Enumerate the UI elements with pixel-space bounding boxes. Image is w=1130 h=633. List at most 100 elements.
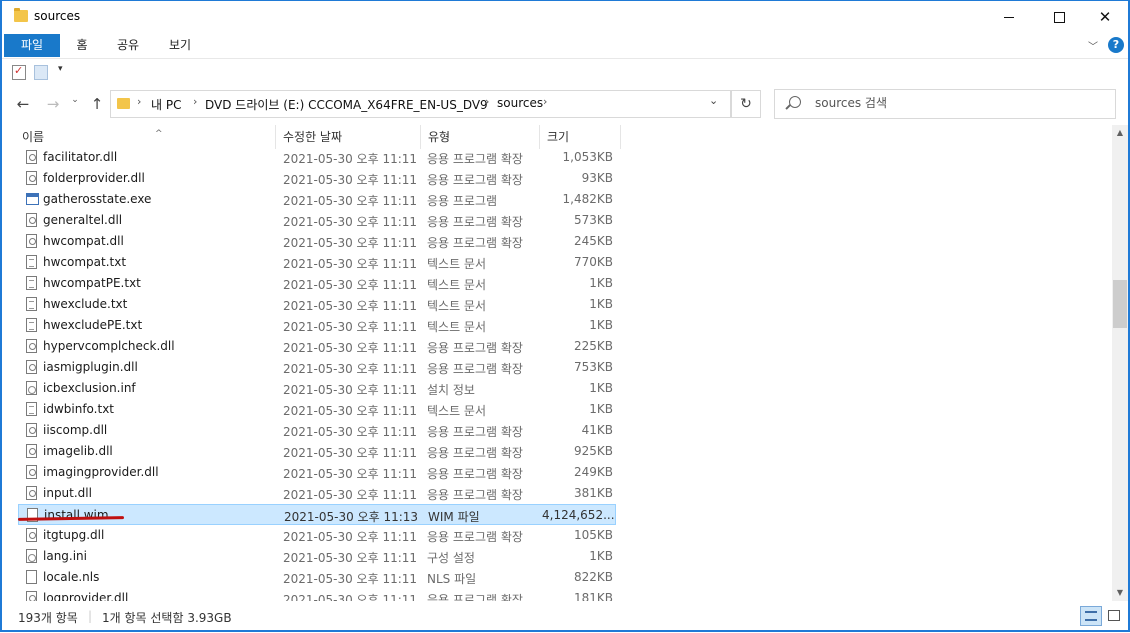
file-row[interactable]: imagingprovider.dll 2021-05-30 오후 11:11 응용… <box>18 462 616 483</box>
tab-share[interactable]: 공유 <box>110 34 146 57</box>
dll-file-icon <box>26 591 37 601</box>
large-icons-view-button[interactable] <box>1104 606 1126 626</box>
close-icon: ✕ <box>1098 8 1112 26</box>
customize-toolbar-icon[interactable]: ▾ <box>58 64 63 74</box>
refresh-button[interactable]: ↻ <box>731 90 761 118</box>
file-row[interactable]: folderprovider.dll 2021-05-30 오후 11:11 응용 … <box>18 168 616 189</box>
breadcrumb-this-pc[interactable]: 내 PC <box>151 96 181 113</box>
file-type: 응용 프로그램 확장 <box>427 215 523 229</box>
up-button[interactable]: ↑ <box>86 95 108 113</box>
file-size: 770KB <box>573 255 613 269</box>
file-name: locale.nls <box>43 570 100 584</box>
config-file-icon <box>26 549 37 563</box>
file-name: generaltel.dll <box>43 213 123 227</box>
file-type: 응용 프로그램 확장 <box>427 530 523 544</box>
new-folder-icon[interactable] <box>34 65 48 80</box>
large-icons-view-icon <box>1108 610 1120 621</box>
folder-icon <box>14 8 28 22</box>
maximize-icon <box>1053 11 1065 23</box>
recent-locations-button[interactable]: ⌄ <box>64 95 86 113</box>
file-row[interactable]: locale.nls 2021-05-30 오후 11:11 NLS 파일 822KB <box>18 567 616 588</box>
file-row[interactable]: icbexclusion.inf 2021-05-30 오후 11:11 설치 정보… <box>18 378 616 399</box>
help-icon[interactable]: ? <box>1108 37 1124 53</box>
scrollbar-thumb[interactable] <box>1113 280 1127 328</box>
file-row[interactable]: hwexcludePE.txt 2021-05-30 오후 11:11 텍스트 문서… <box>18 315 616 336</box>
file-name: hwcompatPE.txt <box>43 276 141 290</box>
close-button[interactable]: ✕ <box>1082 1 1128 33</box>
vertical-scrollbar[interactable]: ▲ ▼ <box>1112 125 1128 601</box>
address-bar[interactable]: › 내 PC › DVD 드라이브 (E:) CCCOMA_X64FRE_EN-… <box>110 90 731 118</box>
dll-file-icon <box>26 486 37 500</box>
file-date: 2021-05-30 오후 11:11 <box>283 257 418 271</box>
file-size: 105KB <box>573 528 613 542</box>
properties-icon[interactable]: ✓ <box>12 64 26 80</box>
address-history-chevron-icon[interactable]: ⌄ <box>709 94 718 107</box>
file-size: 1,053KB <box>562 150 613 164</box>
title-bar: sources ✕ <box>2 1 1128 33</box>
column-name[interactable]: 이름 ^ <box>15 125 275 149</box>
ribbon-expand-icon[interactable]: ﹀ <box>1088 38 1098 53</box>
file-row[interactable]: install.wim 2021-05-30 오후 11:13 WIM 파일 4,12… <box>18 504 616 525</box>
file-name: itgtupg.dll <box>43 528 105 542</box>
file-date: 2021-05-30 오후 11:11 <box>283 593 418 601</box>
file-size: 1KB <box>589 297 613 311</box>
breadcrumb-separator-icon[interactable]: › <box>543 95 547 108</box>
file-date: 2021-05-30 오후 11:11 <box>283 320 418 334</box>
file-row[interactable]: iiscomp.dll 2021-05-30 오후 11:11 응용 프로그램 확장… <box>18 420 616 441</box>
column-size[interactable]: 크기 <box>540 125 620 149</box>
file-row[interactable]: hwcompatPE.txt 2021-05-30 오후 11:11 텍스트 문서 1… <box>18 273 616 294</box>
file-row[interactable]: input.dll 2021-05-30 오후 11:11 응용 프로그램 확장 38… <box>18 483 616 504</box>
file-size: 93KB <box>581 171 613 185</box>
tab-home[interactable]: 홈 <box>68 34 96 57</box>
file-type: 응용 프로그램 확장 <box>427 488 523 502</box>
dll-file-icon <box>26 528 37 542</box>
forward-button[interactable]: → <box>42 95 64 113</box>
file-row[interactable]: iasmigplugin.dll 2021-05-30 오후 11:11 응용 프로… <box>18 357 616 378</box>
file-type: 응용 프로그램 확장 <box>427 362 523 376</box>
file-row[interactable]: gatherosstate.exe 2021-05-30 오후 11:11 응용 프… <box>18 189 616 210</box>
dll-file-icon <box>26 423 37 437</box>
tab-file[interactable]: 파일 <box>4 34 60 57</box>
scroll-up-icon[interactable]: ▲ <box>1112 125 1128 141</box>
file-row[interactable]: hypervcomplcheck.dll 2021-05-30 오후 11:11 응… <box>18 336 616 357</box>
ribbon-tabs: 파일 홈 공유 보기 ﹀ ? <box>2 33 1128 58</box>
search-input[interactable] <box>813 95 1107 111</box>
selection-info: 1개 항목 선택함 3.93GB <box>102 611 232 625</box>
breadcrumb-sources[interactable]: sources <box>497 96 543 110</box>
file-type: 텍스트 문서 <box>427 278 487 292</box>
file-row[interactable]: facilitator.dll 2021-05-30 오후 11:11 응용 프로그… <box>18 147 616 168</box>
breadcrumb-separator-icon[interactable]: › <box>137 95 141 108</box>
file-name: iasmigplugin.dll <box>43 360 138 374</box>
file-type: 텍스트 문서 <box>427 404 487 418</box>
file-row[interactable]: logprovider.dll 2021-05-30 오후 11:11 응용 프로그… <box>18 588 616 601</box>
chevron-down-icon: ⌄ <box>71 95 79 105</box>
file-row[interactable]: generaltel.dll 2021-05-30 오후 11:11 응용 프로그램… <box>18 210 616 231</box>
file-name: facilitator.dll <box>43 150 118 164</box>
column-date[interactable]: 수정한 날짜 <box>276 125 420 149</box>
file-row[interactable]: lang.ini 2021-05-30 오후 11:11 구성 설정 1KB <box>18 546 616 567</box>
file-row[interactable]: idwbinfo.txt 2021-05-30 오후 11:11 텍스트 문서 1KB <box>18 399 616 420</box>
search-box[interactable] <box>774 89 1116 119</box>
file-row[interactable]: hwcompat.dll 2021-05-30 오후 11:11 응용 프로그램 확… <box>18 231 616 252</box>
file-row[interactable]: hwcompat.txt 2021-05-30 오후 11:11 텍스트 문서 770… <box>18 252 616 273</box>
file-size: 1KB <box>589 276 613 290</box>
scroll-down-icon[interactable]: ▼ <box>1112 585 1128 601</box>
refresh-icon: ↻ <box>740 96 752 112</box>
file-row[interactable]: hwexclude.txt 2021-05-30 오후 11:11 텍스트 문서 1K… <box>18 294 616 315</box>
minimize-button[interactable] <box>986 1 1032 33</box>
breadcrumb-separator-icon[interactable]: › <box>485 95 489 108</box>
file-name: input.dll <box>43 486 92 500</box>
back-button[interactable]: ← <box>12 95 34 113</box>
file-row[interactable]: imagelib.dll 2021-05-30 오후 11:11 응용 프로그램 확… <box>18 441 616 462</box>
details-view-button[interactable] <box>1080 606 1102 626</box>
file-type: NLS 파일 <box>427 572 477 586</box>
breadcrumb-dvd-drive[interactable]: DVD 드라이브 (E:) CCCOMA_X64FRE_EN-US_DV9 <box>205 96 488 113</box>
tab-view[interactable]: 보기 <box>162 34 198 57</box>
arrow-up-icon: ↑ <box>90 95 104 113</box>
column-type[interactable]: 유형 <box>421 125 539 149</box>
breadcrumb-separator-icon[interactable]: › <box>193 95 197 108</box>
file-name: imagelib.dll <box>43 444 113 458</box>
maximize-button[interactable] <box>1036 1 1082 33</box>
exe-file-icon <box>26 193 39 205</box>
file-row[interactable]: itgtupg.dll 2021-05-30 오후 11:11 응용 프로그램 확장… <box>18 525 616 546</box>
